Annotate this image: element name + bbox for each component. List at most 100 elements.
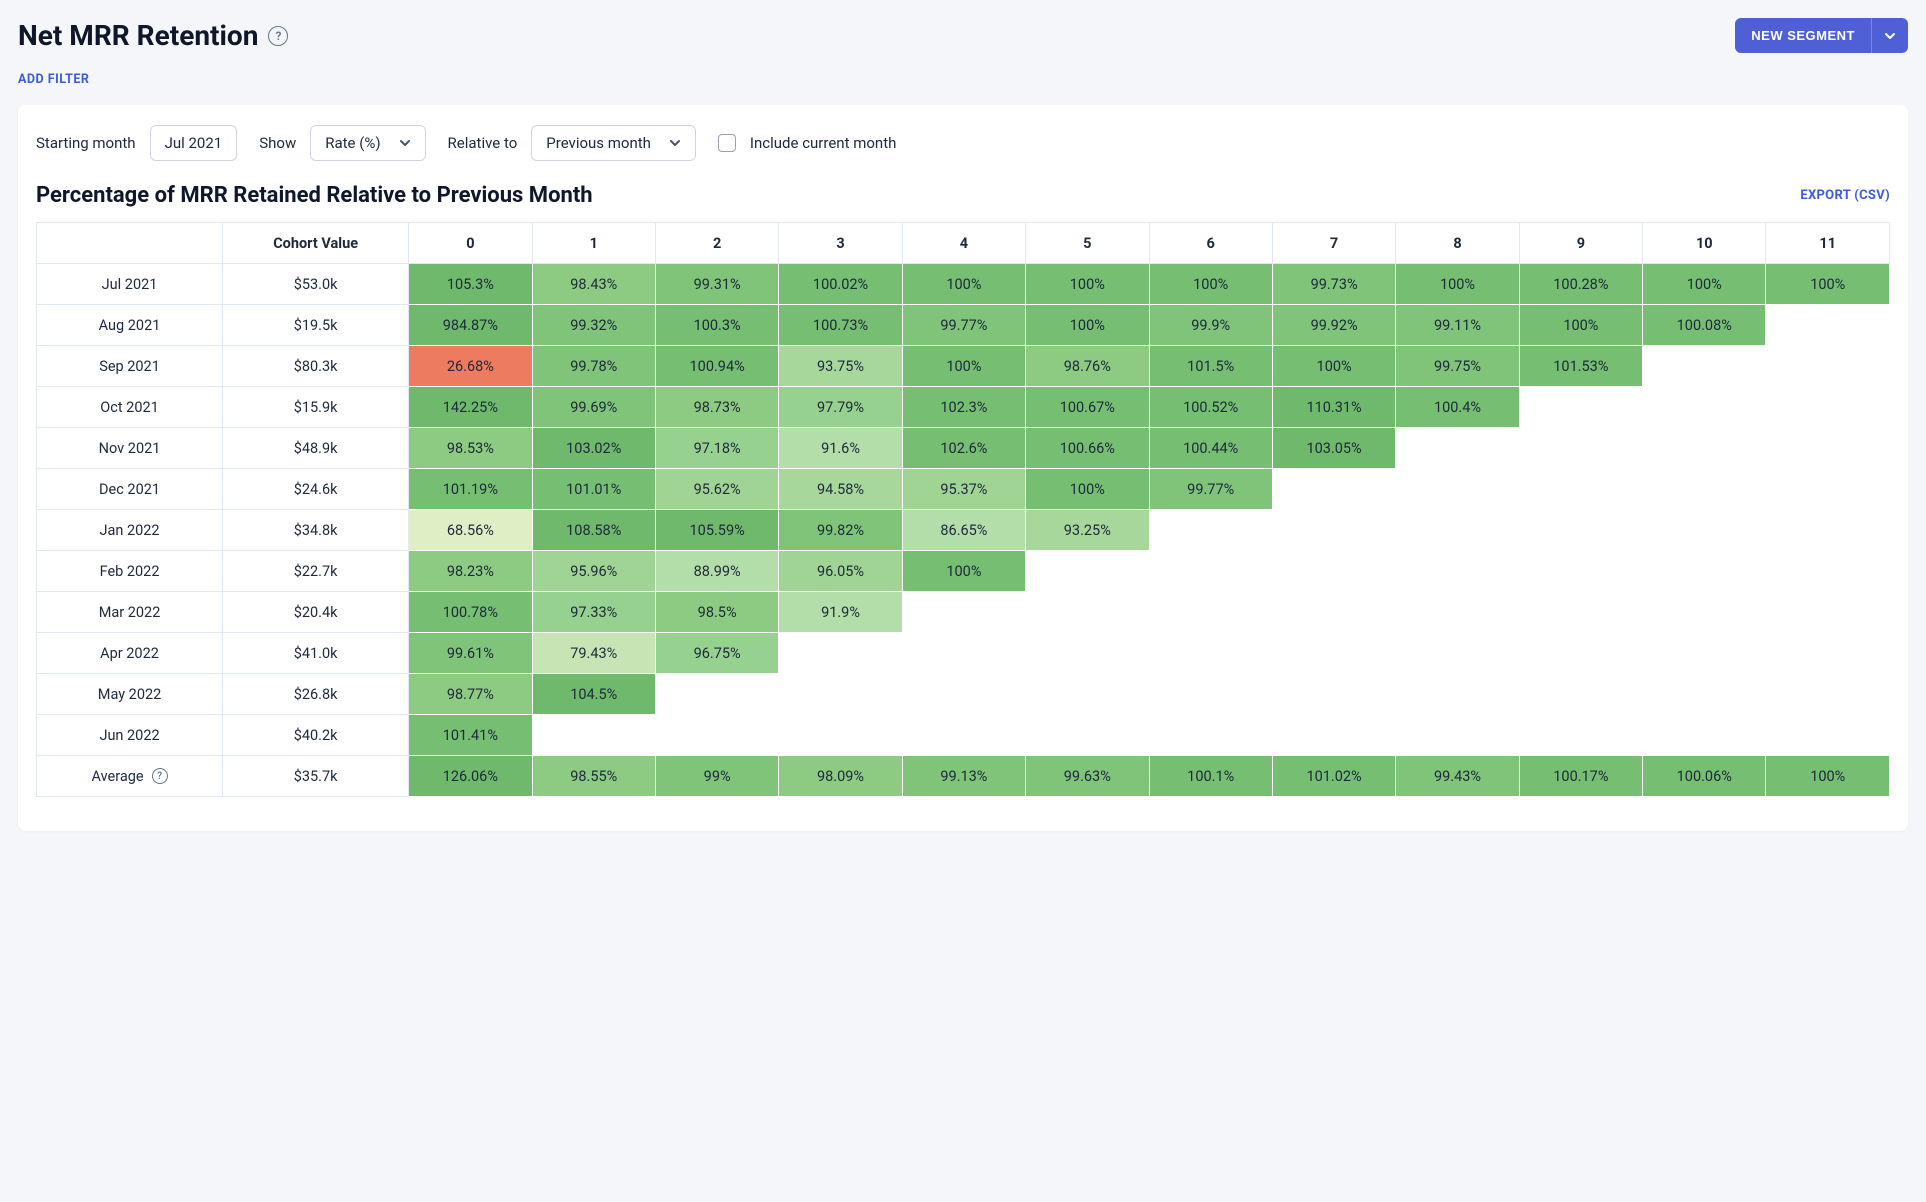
retention-cell: 101.41% (409, 715, 532, 756)
row-label: Dec 2021 (37, 469, 223, 510)
table-header-period: 2 (655, 223, 778, 264)
row-label: Apr 2022 (37, 633, 223, 674)
empty-cell (1766, 674, 1890, 715)
retention-cell: 68.56% (409, 510, 532, 551)
empty-cell (1149, 715, 1272, 756)
retention-cell: 100.78% (409, 592, 532, 633)
empty-cell (1519, 633, 1642, 674)
retention-cell: 100% (1026, 469, 1149, 510)
empty-cell (1396, 551, 1519, 592)
table-row: Dec 2021$24.6k101.19%101.01%95.62%94.58%… (37, 469, 1890, 510)
retention-cell: 98.55% (532, 756, 655, 797)
empty-cell (902, 674, 1025, 715)
show-value: Rate (%) (325, 134, 380, 152)
retention-cell: 99.69% (532, 387, 655, 428)
table-row: May 2022$26.8k98.77%104.5% (37, 674, 1890, 715)
empty-cell (1766, 346, 1890, 387)
starting-month-label: Starting month (36, 134, 136, 152)
empty-cell (1766, 387, 1890, 428)
cohort-value: $35.7k (223, 756, 409, 797)
empty-cell (1766, 510, 1890, 551)
new-segment-button[interactable]: NEW SEGMENT (1735, 18, 1871, 53)
retention-cell: 101.01% (532, 469, 655, 510)
retention-cell: 100.1% (1149, 756, 1272, 797)
empty-cell (1026, 633, 1149, 674)
cohort-value: $53.0k (223, 264, 409, 305)
empty-cell (902, 715, 1025, 756)
retention-cell: 100.73% (779, 305, 902, 346)
include-current-month-checkbox[interactable] (718, 134, 736, 152)
cohort-value: $19.5k (223, 305, 409, 346)
empty-cell (1766, 551, 1890, 592)
empty-cell (1643, 674, 1766, 715)
empty-cell (1766, 428, 1890, 469)
help-icon[interactable]: ? (152, 768, 168, 784)
empty-cell (532, 715, 655, 756)
add-filter-link[interactable]: ADD FILTER (18, 72, 89, 87)
table-header-period: 1 (532, 223, 655, 264)
retention-cell: 94.58% (779, 469, 902, 510)
retention-cell: 100% (902, 346, 1025, 387)
retention-cell: 99.32% (532, 305, 655, 346)
empty-cell (779, 715, 902, 756)
table-row: Mar 2022$20.4k100.78%97.33%98.5%91.9% (37, 592, 1890, 633)
row-label: Mar 2022 (37, 592, 223, 633)
table-header-period: 3 (779, 223, 902, 264)
export-csv-link[interactable]: EXPORT (CSV) (1800, 188, 1890, 203)
retention-cell: 97.79% (779, 387, 902, 428)
retention-cell: 100.17% (1519, 756, 1642, 797)
empty-cell (1766, 592, 1890, 633)
empty-cell (1272, 633, 1395, 674)
table-row: Apr 2022$41.0k99.61%79.43%96.75% (37, 633, 1890, 674)
table-header-period: 9 (1519, 223, 1642, 264)
retention-cell: 98.43% (532, 264, 655, 305)
empty-cell (1396, 674, 1519, 715)
help-icon[interactable]: ? (268, 26, 288, 46)
table-header-cohort: Cohort Value (223, 223, 409, 264)
new-segment-button-group: NEW SEGMENT (1735, 18, 1908, 53)
empty-cell (1396, 633, 1519, 674)
relative-to-value: Previous month (546, 134, 651, 152)
empty-cell (1643, 551, 1766, 592)
empty-cell (1272, 469, 1395, 510)
retention-cell: 97.33% (532, 592, 655, 633)
empty-cell (1766, 469, 1890, 510)
retention-cell: 86.65% (902, 510, 1025, 551)
empty-cell (655, 715, 778, 756)
retention-cell: 95.37% (902, 469, 1025, 510)
empty-cell (779, 674, 902, 715)
retention-cell: 100.66% (1026, 428, 1149, 469)
new-segment-caret-button[interactable] (1871, 18, 1908, 53)
cohort-value: $26.8k (223, 674, 409, 715)
retention-cell: 105.3% (409, 264, 532, 305)
retention-cell: 99% (655, 756, 778, 797)
empty-cell (1519, 592, 1642, 633)
retention-cell: 97.18% (655, 428, 778, 469)
retention-cell: 126.06% (409, 756, 532, 797)
show-select[interactable]: Rate (%) (310, 125, 425, 161)
retention-cell: 103.05% (1272, 428, 1395, 469)
retention-cell: 79.43% (532, 633, 655, 674)
retention-cell: 100% (1272, 346, 1395, 387)
empty-cell (655, 674, 778, 715)
retention-cell: 103.02% (532, 428, 655, 469)
empty-cell (1643, 387, 1766, 428)
retention-cell: 99.77% (1149, 469, 1272, 510)
relative-to-select[interactable]: Previous month (531, 125, 696, 161)
retention-cell: 99.31% (655, 264, 778, 305)
table-header-period: 10 (1643, 223, 1766, 264)
cohort-value: $15.9k (223, 387, 409, 428)
starting-month-select[interactable]: Jul 2021 (150, 125, 238, 161)
retention-cell: 100.08% (1643, 305, 1766, 346)
average-label: Average? (37, 756, 223, 797)
empty-cell (1643, 715, 1766, 756)
empty-cell (1396, 715, 1519, 756)
retention-cell: 100.94% (655, 346, 778, 387)
retention-cell: 98.77% (409, 674, 532, 715)
empty-cell (1519, 469, 1642, 510)
empty-cell (1026, 592, 1149, 633)
empty-cell (1149, 674, 1272, 715)
retention-cell: 100% (902, 264, 1025, 305)
empty-cell (1643, 469, 1766, 510)
retention-cell: 100.44% (1149, 428, 1272, 469)
